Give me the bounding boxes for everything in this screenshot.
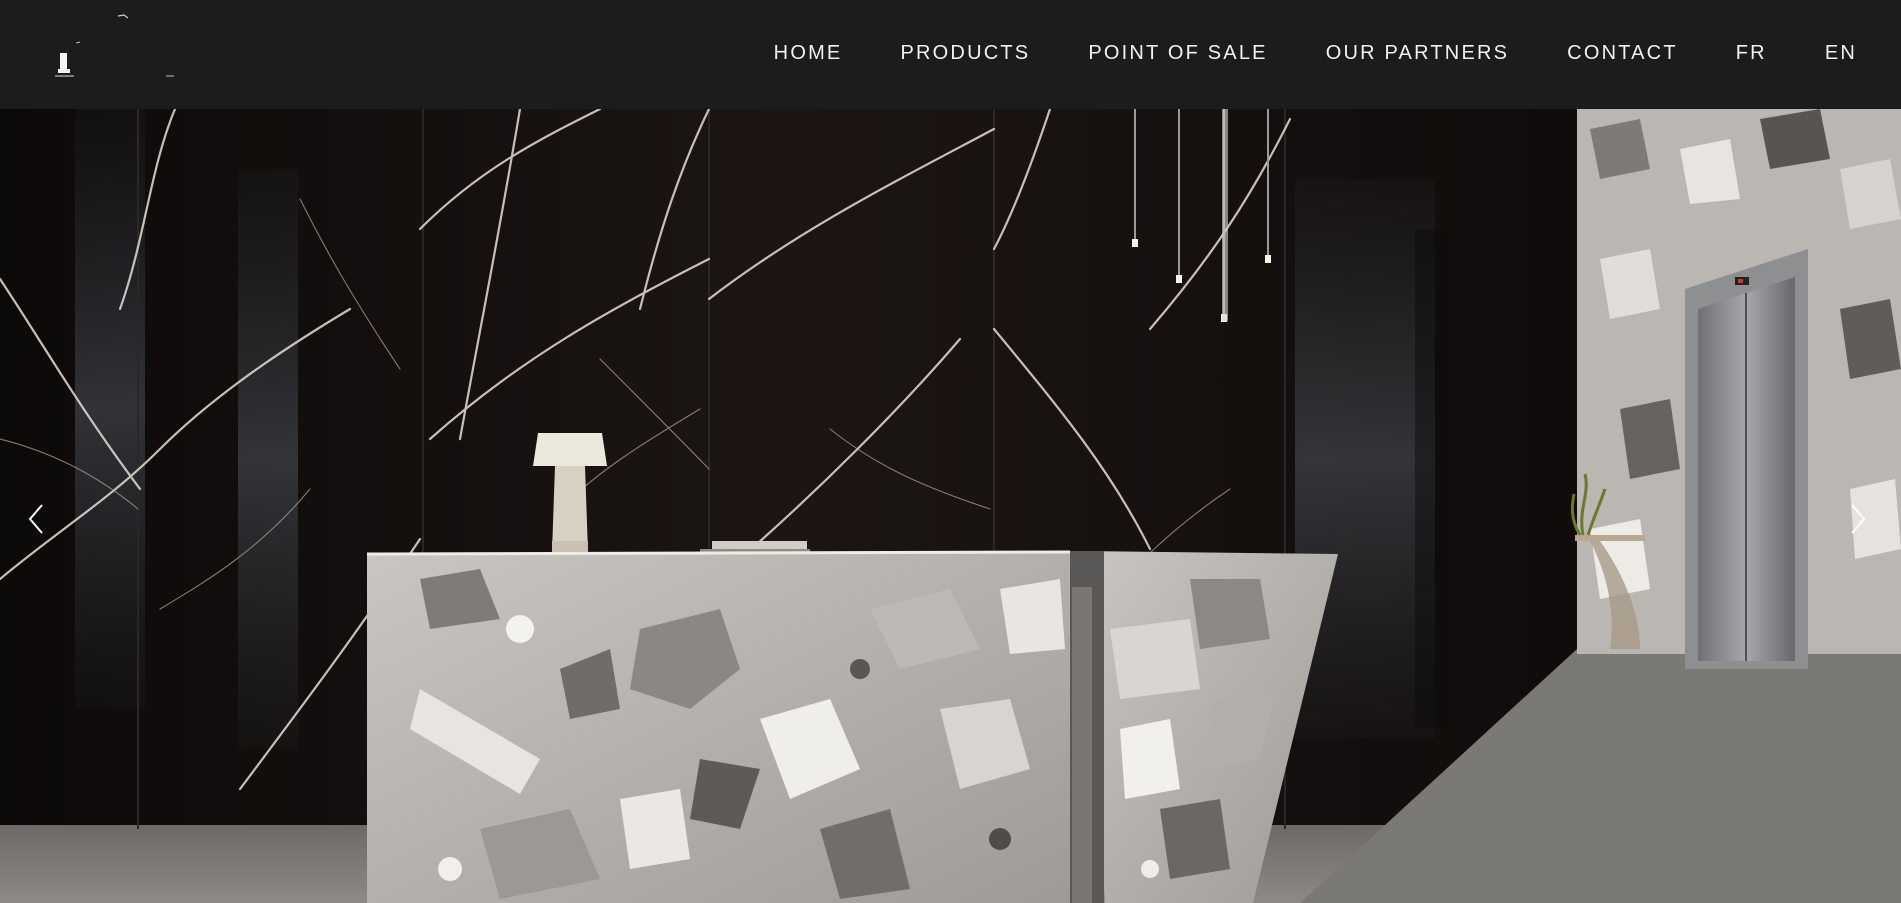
- nav-products[interactable]: PRODUCTS: [900, 43, 1030, 67]
- slider-prev-button[interactable]: [16, 489, 56, 549]
- nav-home[interactable]: HOME: [774, 43, 843, 67]
- nav-point-of-sale[interactable]: POINT OF SALE: [1088, 43, 1267, 67]
- lighthouse-logo-icon[interactable]: [48, 10, 188, 82]
- site-header: HOME PRODUCTS POINT OF SALE OUR PARTNERS…: [0, 0, 1901, 109]
- marble-lobby-reception-image: [0, 109, 1901, 903]
- chevron-right-icon: [1851, 504, 1866, 534]
- nav-contact[interactable]: CONTACT: [1567, 43, 1678, 67]
- chevron-left-icon: [28, 504, 43, 534]
- main-navigation: HOME PRODUCTS POINT OF SALE OUR PARTNERS…: [774, 0, 1857, 109]
- language-fr[interactable]: FR: [1736, 43, 1767, 67]
- hero-slider: [0, 109, 1901, 903]
- language-en[interactable]: EN: [1825, 43, 1857, 67]
- slider-next-button[interactable]: [1838, 489, 1878, 549]
- nav-our-partners[interactable]: OUR PARTNERS: [1326, 43, 1509, 67]
